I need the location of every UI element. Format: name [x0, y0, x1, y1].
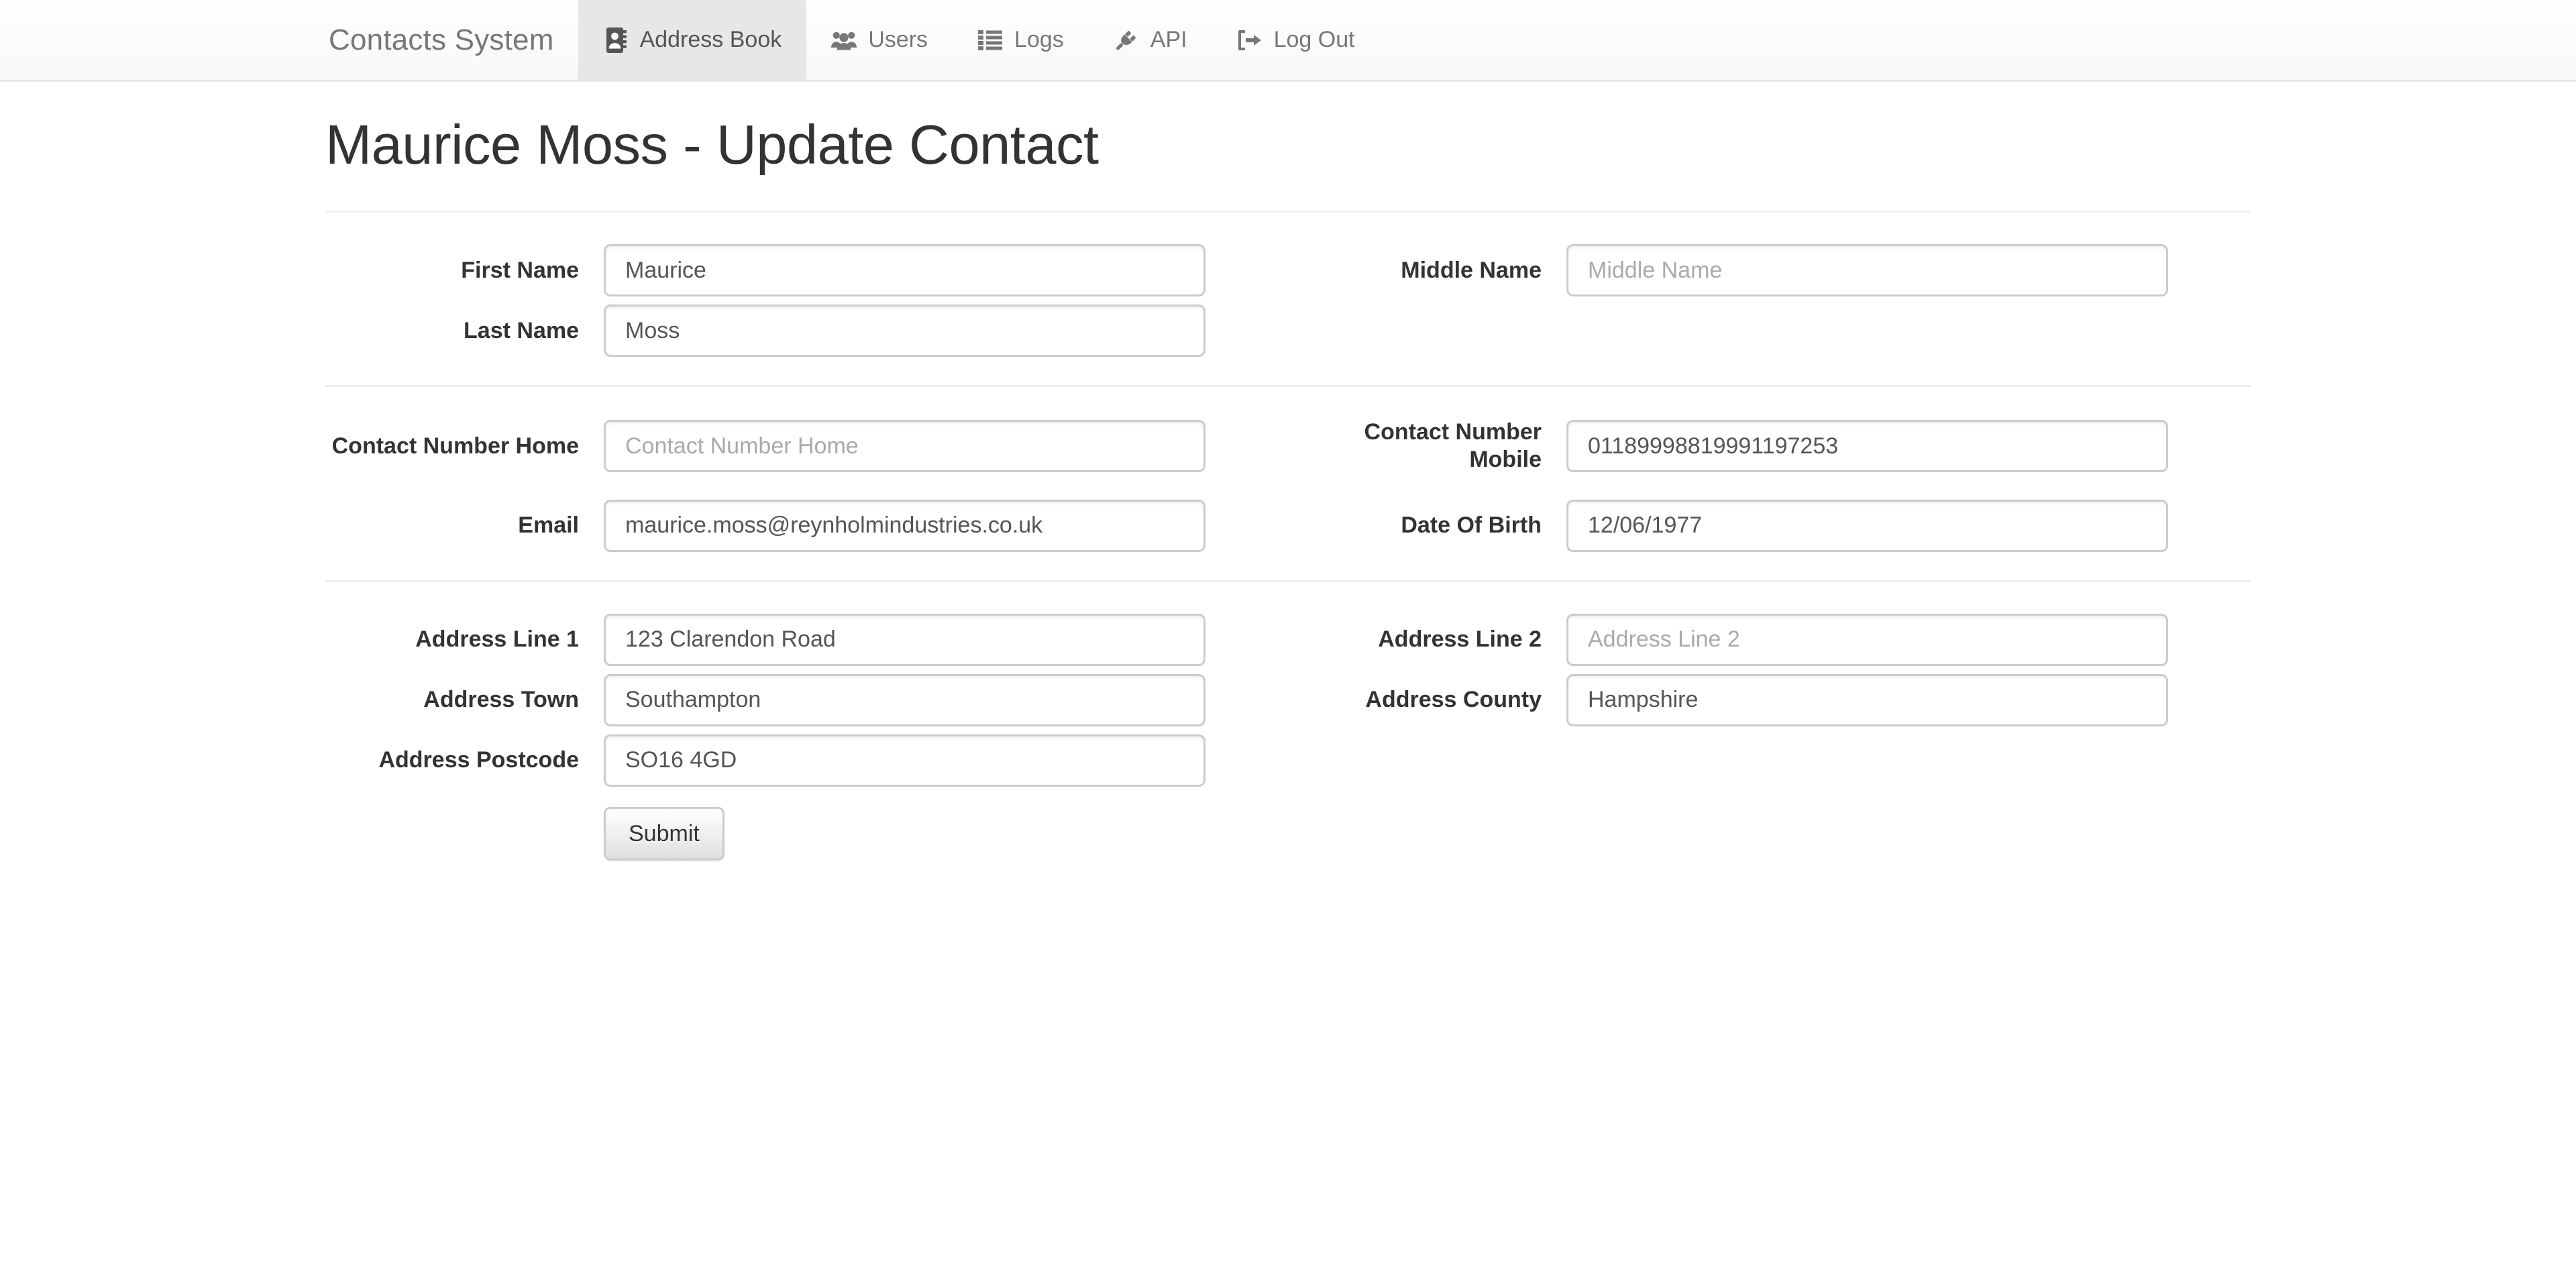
nav-item-label: Logs: [1014, 27, 1064, 52]
contact-number-home-input[interactable]: [604, 420, 1205, 473]
input-wrap-address-town: [604, 673, 1205, 726]
form-section-names: First Name Middle Name Last Name: [325, 213, 2251, 357]
form-row-postcode: Address Postcode: [325, 734, 2251, 787]
brand-link[interactable]: Contacts System: [329, 0, 578, 80]
label-address-postcode: Address Postcode: [378, 747, 579, 773]
contact-number-mobile-input[interactable]: [1566, 420, 2168, 473]
main-container: Maurice Moss - Update Contact First Name…: [325, 82, 2251, 861]
input-wrap-contact-number-mobile: [1566, 420, 2168, 473]
address-county-input[interactable]: [1566, 673, 2168, 726]
input-wrap-middle-name: [1566, 244, 2168, 297]
input-wrap-address-county: [1566, 673, 2168, 726]
nav-item-logs[interactable]: Logs: [953, 0, 1089, 80]
input-wrap-address-line-1: [604, 613, 1205, 666]
field-group-last-name: Last Name: [325, 305, 1288, 357]
label-middle-name: Middle Name: [1401, 257, 1542, 283]
field-group-address-town: Address Town: [325, 673, 1288, 726]
label-address-county: Address County: [1365, 687, 1542, 713]
sign-out-icon: [1237, 27, 1263, 53]
address-book-icon: [603, 27, 629, 53]
field-group-address-line-2: Address Line 2: [1288, 613, 2251, 666]
email-input[interactable]: [604, 499, 1205, 552]
form-row-first-middle-name: First Name Middle Name: [325, 244, 2251, 297]
update-contact-form: First Name Middle Name Last Name: [325, 213, 2251, 861]
form-row-last-name: Last Name: [325, 305, 2251, 357]
input-wrap-address-postcode: [604, 734, 1205, 787]
nav-list-item-api: API: [1089, 0, 1212, 80]
form-row-address-lines: Address Line 1 Address Line 2: [325, 613, 2251, 666]
address-town-input[interactable]: [604, 673, 1205, 726]
date-of-birth-input[interactable]: [1566, 499, 2168, 552]
field-group-empty-2: [1288, 734, 2251, 787]
users-icon: [831, 27, 857, 53]
input-wrap-contact-number-home: [604, 420, 1205, 473]
list-icon: [977, 27, 1003, 53]
nav-item-api[interactable]: API: [1089, 0, 1212, 80]
label-contact-number-home: Contact Number Home: [331, 433, 579, 459]
input-wrap-last-name: [604, 305, 1205, 357]
first-name-input[interactable]: [604, 244, 1205, 297]
nav-item-label: Address Book: [639, 27, 782, 52]
label-first-name: First Name: [461, 257, 579, 283]
middle-name-input[interactable]: [1566, 244, 2168, 297]
label-email: Email: [518, 512, 579, 539]
main-navbar: Contacts System Address Book Users Logs …: [0, 0, 2576, 82]
nav-list-item-log-out: Log Out: [1212, 0, 1380, 80]
field-group-first-name: First Name: [325, 244, 1288, 297]
plug-icon: [1114, 27, 1139, 53]
address-postcode-input[interactable]: [604, 734, 1205, 787]
nav-links: Address Book Users Logs API Log Out: [578, 0, 1380, 80]
nav-item-label: API: [1150, 27, 1187, 52]
field-group-email: Email: [325, 499, 1288, 552]
label-address-line-1: Address Line 1: [415, 626, 579, 653]
input-wrap-email: [604, 499, 1205, 552]
brand-label: Contacts System: [329, 23, 554, 56]
submit-button[interactable]: Submit: [604, 806, 724, 861]
field-group-contact-number-home: Contact Number Home: [325, 419, 1288, 474]
form-section-contact: Contact Number Home Contact Number Mobil…: [325, 385, 2251, 552]
label-address-town: Address Town: [423, 687, 579, 713]
form-row-submit: Submit: [325, 806, 2251, 861]
field-group-address-line-1: Address Line 1: [325, 613, 1288, 666]
page-title: Maurice Moss - Update Contact: [325, 113, 1099, 176]
nav-list-item-address-book: Address Book: [578, 0, 807, 80]
field-group-date-of-birth: Date Of Birth: [1288, 499, 2251, 552]
field-group-contact-number-mobile: Contact Number Mobile: [1288, 419, 2251, 474]
label-date-of-birth: Date Of Birth: [1401, 512, 1542, 539]
field-group-middle-name: Middle Name: [1288, 244, 2251, 297]
input-wrap-first-name: [604, 244, 1205, 297]
address-line-1-input[interactable]: [604, 613, 1205, 666]
form-row-contact-numbers: Contact Number Home Contact Number Mobil…: [325, 419, 2251, 474]
nav-list-item-logs: Logs: [953, 0, 1089, 80]
form-section-address: Address Line 1 Address Line 2 Address To…: [325, 579, 2251, 861]
field-group-address-county: Address County: [1288, 673, 2251, 726]
address-line-2-input[interactable]: [1566, 613, 2168, 666]
input-wrap-date-of-birth: [1566, 499, 2168, 552]
last-name-input[interactable]: [604, 305, 1205, 357]
nav-item-label: Log Out: [1273, 27, 1355, 52]
nav-item-address-book[interactable]: Address Book: [578, 0, 807, 80]
nav-list-item-users: Users: [806, 0, 953, 80]
form-row-town-county: Address Town Address County: [325, 673, 2251, 726]
label-last-name: Last Name: [464, 317, 579, 343]
nav-item-log-out[interactable]: Log Out: [1212, 0, 1380, 80]
submit-offset-spacer: [325, 807, 604, 861]
field-group-address-postcode: Address Postcode: [325, 734, 1288, 787]
field-group-empty-1: [1288, 305, 2251, 357]
nav-item-label: Users: [868, 27, 928, 52]
input-wrap-address-line-2: [1566, 613, 2168, 666]
label-address-line-2: Address Line 2: [1378, 626, 1542, 653]
nav-item-users[interactable]: Users: [806, 0, 953, 80]
form-row-email-dob: Email Date Of Birth: [325, 499, 2251, 552]
label-contact-number-mobile: Contact Number Mobile: [1364, 419, 1542, 473]
